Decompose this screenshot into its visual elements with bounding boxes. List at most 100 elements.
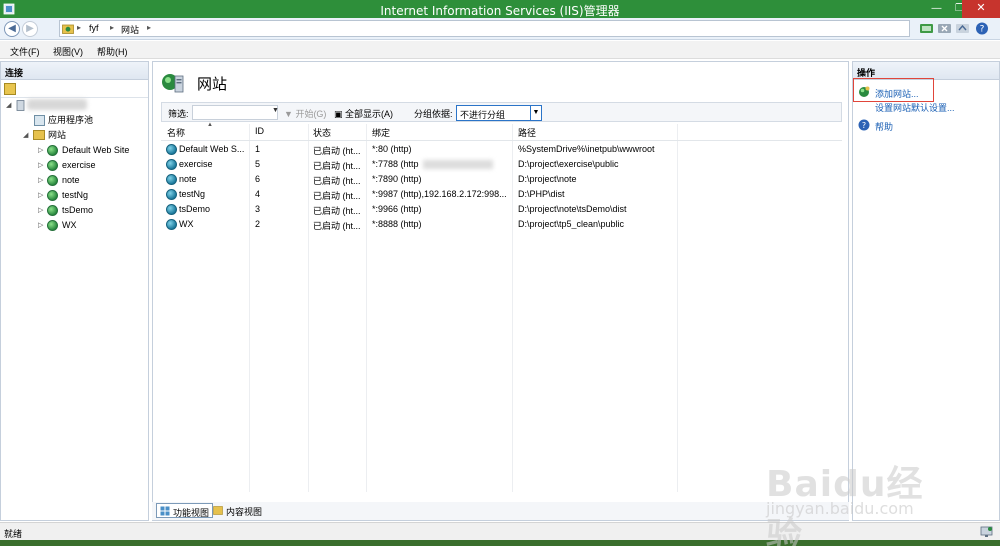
website-globe-icon: [166, 219, 177, 230]
up-level-icon[interactable]: [955, 21, 970, 36]
table-row[interactable]: WX 2 已启动 (ht... *:8888 (http) D:\project…: [161, 217, 842, 232]
server-name-redacted: [27, 99, 87, 110]
cell-id: 6: [255, 174, 261, 184]
app-pool-icon: [34, 115, 45, 126]
menu-file[interactable]: 文件(F): [10, 45, 40, 58]
features-view-icon: [160, 506, 170, 516]
website-globe-icon: [166, 204, 177, 215]
website-globe-icon: [166, 189, 177, 200]
column-header-status[interactable]: 状态: [313, 126, 331, 141]
sites-table: ▲ 名称 ID 状态 绑定 路径 Default Web S... 1 已启动 …: [161, 122, 842, 492]
cell-status: 已启动 (ht...: [313, 176, 361, 186]
help-icon[interactable]: ?: [975, 21, 990, 36]
group-by-value: 不进行分组: [460, 110, 506, 120]
set-site-defaults-link[interactable]: 设置网站默认设置...: [875, 101, 955, 114]
expand-toggle-icon[interactable]: ◢: [23, 128, 31, 143]
tab-label: 功能视图: [173, 508, 210, 518]
column-header-id[interactable]: ID: [255, 126, 264, 141]
expand-toggle-icon[interactable]: ◢: [6, 98, 14, 113]
filter-dropdown-icon[interactable]: ▼: [272, 107, 279, 114]
binding-redacted: [423, 160, 493, 169]
group-by-select[interactable]: 不进行分组 ▼: [456, 105, 542, 121]
cell-path: D:\project\tp5_clean\public: [518, 219, 625, 229]
help-icon: ?: [858, 119, 870, 131]
tree-item-label: note: [62, 175, 80, 185]
column-header-name[interactable]: ▲ 名称: [167, 122, 213, 141]
collapsed-toggle-icon[interactable]: ▷: [38, 158, 46, 173]
funnel-icon: ▼: [284, 109, 293, 119]
cell-id: 4: [255, 189, 261, 199]
table-row[interactable]: Default Web S... 1 已启动 (ht... *:80 (http…: [161, 142, 842, 157]
cell-binding: *:80 (http): [372, 144, 412, 154]
svg-text:?: ?: [980, 25, 985, 35]
collapsed-toggle-icon[interactable]: ▷: [38, 203, 46, 218]
table-row[interactable]: testNg 4 已启动 (ht... *:9987 (http),192.16…: [161, 187, 842, 202]
website-globe-icon: [166, 174, 177, 185]
content-view-icon: [213, 506, 223, 515]
tab-content-view[interactable]: 内容视图: [210, 503, 265, 518]
website-globe-icon: [47, 220, 58, 231]
back-button[interactable]: ◀: [4, 21, 20, 37]
cell-path: D:\project\exercise\public: [518, 159, 619, 169]
filter-input[interactable]: [192, 105, 278, 120]
cell-binding: *:9987 (http),192.168.2.172:998...: [372, 189, 507, 199]
table-row[interactable]: tsDemo 3 已启动 (ht... *:9966 (http) D:\pro…: [161, 202, 842, 217]
show-all-label: 全部显示(A): [345, 109, 394, 119]
breadcrumb-separator: ▸: [77, 23, 82, 32]
website-globe-icon: [47, 160, 58, 171]
cell-id: 1: [255, 144, 261, 154]
close-button[interactable]: ✕: [962, 0, 1000, 18]
network-status-icon: [980, 526, 993, 537]
cell-status: 已启动 (ht...: [313, 206, 361, 216]
minimize-button[interactable]: —: [925, 0, 948, 18]
column-header-path[interactable]: 路径: [518, 126, 536, 141]
start-filter-label: 开始(G): [295, 109, 327, 119]
connections-toolbar: [1, 80, 148, 98]
highlight-annotation: [853, 78, 934, 102]
website-globe-icon: [47, 205, 58, 216]
breadcrumb-item-sites[interactable]: 网站: [121, 23, 139, 36]
show-all-button[interactable]: ▣ 全部显示(A): [334, 107, 393, 120]
filter-label: 筛选:: [168, 109, 189, 119]
cell-name: tsDemo: [179, 204, 211, 214]
tab-features-view[interactable]: 功能视图: [156, 503, 214, 518]
menu-help[interactable]: 帮助(H): [97, 45, 128, 58]
collapsed-toggle-icon[interactable]: ▷: [38, 188, 46, 203]
cell-status: 已启动 (ht...: [313, 191, 361, 201]
column-header-binding[interactable]: 绑定: [372, 126, 390, 141]
filter-bar: 筛选: ▼ ▼ 开始(G) ▣ 全部显示(A) 分组依据: 不进行分组 ▼: [161, 102, 842, 122]
collapsed-toggle-icon[interactable]: ▷: [38, 218, 46, 233]
cell-name: WX: [179, 219, 194, 229]
view-tabs: 功能视图 内容视图: [152, 502, 849, 520]
cell-path: D:\PHP\dist: [518, 189, 565, 199]
remove-icon[interactable]: [937, 21, 952, 36]
breadcrumb[interactable]: ▸ fyf ▸ 网站 ▸: [59, 20, 910, 37]
collapsed-toggle-icon[interactable]: ▷: [38, 143, 46, 158]
forward-button[interactable]: ▶: [22, 21, 38, 37]
menu-bar: 文件(F) 视图(V) 帮助(H): [0, 41, 1000, 59]
website-globe-icon: [47, 175, 58, 186]
sites-folder-icon: [33, 130, 45, 140]
tree-item-label: Default Web Site: [62, 145, 130, 155]
tree-item-label: WX: [62, 220, 77, 230]
website-globe-icon: [47, 145, 58, 156]
cell-binding: *:8888 (http): [372, 219, 422, 229]
table-row[interactable]: exercise 5 已启动 (ht... *:7788 (http D:\pr…: [161, 157, 842, 172]
page-title: 网站: [197, 75, 228, 93]
table-row[interactable]: note 6 已启动 (ht... *:7890 (http) D:\proje…: [161, 172, 842, 187]
chevron-down-icon[interactable]: ▼: [530, 106, 541, 120]
website-globe-icon: [47, 190, 58, 201]
table-header: ▲ 名称 ID 状态 绑定 路径: [161, 122, 842, 141]
help-link[interactable]: 帮助: [875, 120, 893, 133]
connect-to-server-icon[interactable]: [4, 83, 16, 95]
breadcrumb-item-server[interactable]: fyf: [89, 23, 99, 33]
cell-name: note: [179, 174, 197, 184]
cell-name: exercise: [179, 159, 213, 169]
start-filter-button[interactable]: ▼ 开始(G): [284, 107, 326, 120]
cell-status: 已启动 (ht...: [313, 161, 361, 171]
cell-status: 已启动 (ht...: [313, 221, 361, 231]
menu-view[interactable]: 视图(V): [53, 45, 83, 58]
connect-icon[interactable]: [919, 21, 934, 36]
window-title: Internet Information Services (IIS)管理器: [380, 4, 620, 18]
collapsed-toggle-icon[interactable]: ▷: [38, 173, 46, 188]
